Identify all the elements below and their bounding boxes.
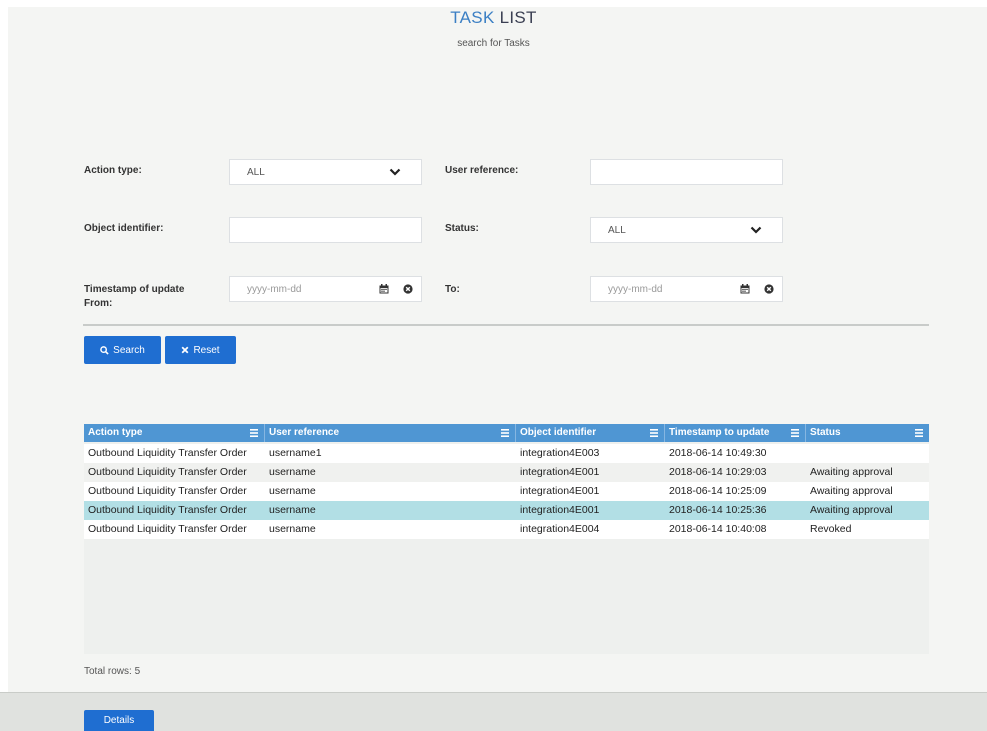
object-identifier-label: Object identifier: (84, 223, 164, 234)
table-row[interactable]: Outbound Liquidity Transfer Order userna… (84, 463, 929, 482)
table-row[interactable]: Outbound Liquidity Transfer Order userna… (84, 520, 929, 539)
reset-button-label: Reset (193, 344, 220, 356)
details-button-label: Details (103, 715, 135, 726)
column-header-timestamp[interactable]: Timestamp to update (665, 424, 806, 442)
user-reference-input[interactable] (590, 159, 783, 185)
column-menu-icon[interactable] (501, 429, 509, 437)
cell-user-reference: username (269, 504, 316, 516)
cell-object-identifier: integration4E001 (520, 485, 600, 497)
cell-action-type: Outbound Liquidity Transfer Order (88, 523, 247, 535)
column-header-label: Status (810, 427, 841, 438)
column-header-user-reference[interactable]: User reference (265, 424, 516, 442)
action-type-value: ALL (247, 167, 265, 178)
column-header-status[interactable]: Status (806, 424, 929, 442)
timestamp-to-placeholder: yyyy-mm-dd (608, 284, 663, 295)
chevron-down-icon (389, 168, 401, 176)
filter-divider (83, 324, 929, 326)
user-reference-label: User reference: (445, 165, 519, 176)
cell-status: Awaiting approval (810, 485, 893, 497)
cell-object-identifier: integration4E004 (520, 523, 600, 535)
calendar-button[interactable] (373, 277, 394, 301)
close-icon (182, 346, 189, 354)
column-header-action-type[interactable]: Action type (84, 424, 265, 442)
timestamp-from-label: Timestamp of update From: (84, 283, 184, 311)
cell-timestamp: 2018-06-14 10:25:36 (669, 504, 767, 516)
calendar-icon (379, 284, 388, 294)
cell-status: Revoked (810, 523, 852, 535)
clear-date-button[interactable] (397, 277, 418, 301)
column-menu-icon[interactable] (791, 429, 799, 437)
column-menu-icon[interactable] (915, 429, 923, 437)
page-subtitle: search for Tasks (457, 38, 530, 49)
chevron-down-icon (750, 226, 762, 234)
cell-user-reference: username1 (269, 447, 322, 459)
table-row[interactable]: Outbound Liquidity Transfer Order userna… (84, 482, 929, 501)
clear-date-button[interactable] (758, 277, 779, 301)
cell-timestamp: 2018-06-14 10:29:03 (669, 466, 767, 478)
cell-status: Awaiting approval (810, 466, 893, 478)
column-header-label: Object identifier (520, 427, 597, 438)
cell-action-type: Outbound Liquidity Transfer Order (88, 485, 247, 497)
cell-action-type: Outbound Liquidity Transfer Order (88, 504, 247, 516)
search-button[interactable]: Search (84, 336, 161, 364)
column-header-label: User reference (269, 427, 340, 438)
timestamp-to-input[interactable]: yyyy-mm-dd (590, 276, 783, 302)
cell-object-identifier: integration4E001 (520, 466, 600, 478)
cell-user-reference: username (269, 523, 316, 535)
status-select[interactable]: ALL (590, 217, 783, 243)
cell-object-identifier: integration4E003 (520, 447, 600, 459)
cell-timestamp: 2018-06-14 10:49:30 (669, 447, 767, 459)
total-rows: Total rows: 5 (84, 666, 141, 677)
search-button-label: Search (113, 344, 145, 356)
cell-object-identifier: integration4E001 (520, 504, 600, 516)
table-header: Action type User reference Object identi… (84, 424, 929, 442)
timestamp-to-label: To: (445, 284, 460, 295)
column-header-label: Timestamp to update (669, 427, 770, 438)
task-table: Action type User reference Object identi… (84, 424, 929, 654)
column-header-object-identifier[interactable]: Object identifier (516, 424, 665, 442)
details-button[interactable]: Details (84, 710, 154, 731)
timestamp-from-label-line2: From: (84, 298, 113, 309)
table-row[interactable]: Outbound Liquidity Transfer Order userna… (84, 444, 929, 463)
cell-action-type: Outbound Liquidity Transfer Order (88, 466, 247, 478)
page-title-list: LIST (499, 8, 537, 27)
cell-status: Awaiting approval (810, 504, 893, 516)
page-title-task: TASK (450, 8, 495, 27)
column-header-label: Action type (88, 427, 143, 438)
action-type-select[interactable]: ALL (229, 159, 422, 185)
cell-user-reference: username (269, 485, 316, 497)
column-menu-icon[interactable] (650, 429, 658, 437)
status-label: Status: (445, 223, 479, 234)
object-identifier-input[interactable] (229, 217, 422, 243)
column-menu-icon[interactable] (250, 429, 258, 437)
timestamp-from-input[interactable]: yyyy-mm-dd (229, 276, 422, 302)
page-title: TASK LIST (0, 8, 987, 28)
cell-timestamp: 2018-06-14 10:25:09 (669, 485, 767, 497)
cell-user-reference: username (269, 466, 316, 478)
timestamp-from-label-line1: Timestamp of update (84, 284, 185, 295)
reset-button[interactable]: Reset (165, 336, 236, 364)
calendar-button[interactable] (734, 277, 755, 301)
timestamp-from-placeholder: yyyy-mm-dd (247, 284, 302, 295)
table-row-selected[interactable]: Outbound Liquidity Transfer Order userna… (84, 501, 929, 520)
action-type-label: Action type: (84, 165, 142, 176)
clear-circle-icon (763, 284, 774, 294)
cell-timestamp: 2018-06-14 10:40:08 (669, 523, 767, 535)
search-icon (100, 345, 109, 355)
status-value: ALL (608, 225, 626, 236)
calendar-icon (740, 284, 749, 294)
clear-circle-icon (402, 284, 413, 294)
cell-action-type: Outbound Liquidity Transfer Order (88, 447, 247, 459)
